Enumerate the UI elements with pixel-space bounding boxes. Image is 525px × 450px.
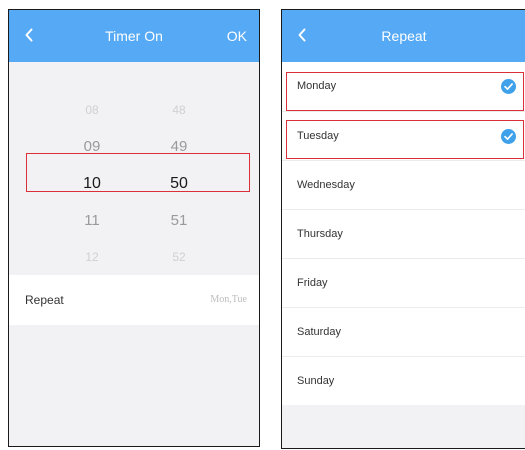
day-item-sunday[interactable]: Sunday: [282, 356, 525, 405]
page-title: Repeat: [381, 28, 427, 44]
minute-option[interactable]: 52: [154, 239, 204, 275]
selection-highlight: [26, 153, 250, 192]
picker-row[interactable]: 12 52: [9, 239, 259, 275]
day-label: Saturday: [297, 326, 342, 338]
minute-option[interactable]: 48: [154, 92, 204, 128]
day-label: Friday: [297, 277, 328, 289]
picker-row[interactable]: 11 51: [9, 203, 259, 239]
day-label: Thursday: [297, 228, 343, 240]
repeat-row[interactable]: Repeat Mon,Tue: [9, 275, 259, 325]
tuesday-highlight: [286, 120, 524, 159]
repeat-header: Repeat: [282, 10, 525, 62]
hour-option[interactable]: 12: [67, 239, 117, 275]
day-item-friday[interactable]: Friday: [282, 258, 525, 307]
minute-option[interactable]: 51: [154, 203, 204, 239]
day-list: Monday Tuesday Wednesday Thursday Friday…: [282, 62, 525, 405]
timer-on-screen: Timer On OK 08 48 09 49 10 50 11 51 12 5…: [8, 9, 260, 447]
day-item-saturday[interactable]: Saturday: [282, 307, 525, 356]
picker-row[interactable]: 08 48: [9, 92, 259, 128]
timer-header: Timer On OK: [9, 10, 259, 62]
monday-highlight: [286, 72, 524, 111]
repeat-screen: Repeat Monday Tuesday Wednesday Thursday…: [281, 9, 525, 449]
repeat-label: Repeat: [25, 293, 64, 307]
day-label: Sunday: [297, 375, 335, 387]
page-title: Timer On: [105, 28, 163, 44]
hour-option[interactable]: 11: [67, 203, 117, 239]
day-item-thursday[interactable]: Thursday: [282, 209, 525, 258]
ok-button[interactable]: OK: [227, 10, 247, 62]
hour-option[interactable]: 08: [67, 92, 117, 128]
day-label: Wednesday: [297, 179, 355, 191]
day-item-wednesday[interactable]: Wednesday: [282, 160, 525, 209]
repeat-value: Mon,Tue: [210, 294, 247, 305]
empty-area: [9, 325, 259, 446]
